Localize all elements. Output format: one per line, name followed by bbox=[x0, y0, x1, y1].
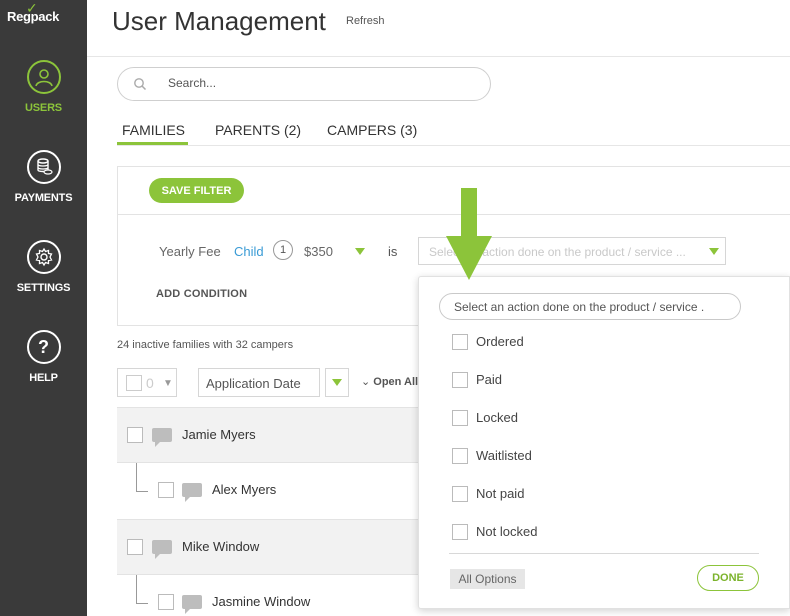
open-all-label: Open All bbox=[373, 376, 419, 388]
open-all-button[interactable]: ⌄ Open All bbox=[361, 375, 418, 388]
action-dropdown-panel: Ordered Paid Locked Waitlisted Not paid … bbox=[418, 276, 790, 609]
logo-check-icon: ✓ bbox=[26, 0, 38, 16]
tab-families[interactable]: FAMILIES bbox=[122, 122, 185, 138]
comment-icon[interactable] bbox=[182, 595, 202, 614]
option-checkbox[interactable] bbox=[452, 448, 468, 464]
condition-entity[interactable]: Child bbox=[234, 244, 264, 259]
row-checkbox[interactable] bbox=[127, 427, 143, 443]
chevron-down-icon bbox=[709, 248, 719, 255]
sidebar-item-label: USERS bbox=[25, 102, 62, 114]
table-row[interactable]: Jamie Myers bbox=[117, 407, 427, 463]
action-search-input[interactable] bbox=[439, 293, 741, 320]
search-bar bbox=[117, 67, 491, 101]
search-input[interactable] bbox=[168, 76, 468, 90]
dropdown-divider bbox=[449, 553, 759, 554]
chevron-down-icon: ▼ bbox=[163, 378, 173, 389]
table-row[interactable]: Jasmine Window bbox=[117, 575, 427, 616]
option-checkbox[interactable] bbox=[452, 410, 468, 426]
row-name[interactable]: Mike Window bbox=[182, 539, 259, 554]
sort-value: Application Date bbox=[206, 376, 301, 391]
page-title: User Management bbox=[112, 6, 326, 36]
condition-amount-dropdown-icon[interactable] bbox=[355, 248, 365, 255]
row-name[interactable]: Alex Myers bbox=[212, 482, 276, 497]
condition-count-badge[interactable]: 1 bbox=[273, 240, 293, 260]
sidebar-item-label: PAYMENTS bbox=[14, 192, 73, 204]
option-checkbox[interactable] bbox=[452, 334, 468, 350]
search-icon bbox=[133, 77, 147, 96]
option-label: Waitlisted bbox=[476, 448, 532, 463]
row-name[interactable]: Jasmine Window bbox=[212, 594, 310, 609]
tab-parents[interactable]: PARENTS (2) bbox=[215, 122, 301, 138]
option-checkbox[interactable] bbox=[452, 372, 468, 388]
save-filter-button[interactable]: SAVE FILTER bbox=[149, 178, 244, 203]
results-summary: 24 inactive families with 32 campers bbox=[117, 339, 294, 351]
help-icon: ? bbox=[26, 330, 61, 364]
sidebar-item-settings[interactable]: SETTINGS bbox=[0, 240, 87, 294]
header-divider bbox=[87, 56, 790, 57]
done-button[interactable]: DONE bbox=[697, 565, 759, 591]
gear-icon bbox=[26, 240, 61, 274]
sidebar-item-label: SETTINGS bbox=[16, 282, 71, 294]
option-checkbox[interactable] bbox=[452, 524, 468, 540]
row-checkbox[interactable] bbox=[158, 482, 174, 498]
option-label: Locked bbox=[476, 410, 518, 425]
add-condition-link[interactable]: ADD CONDITION bbox=[156, 288, 247, 300]
app-logo[interactable]: ✓ Regpack bbox=[7, 0, 59, 24]
triangle-down-icon bbox=[332, 379, 342, 386]
sidebar: ✓ Regpack USERS PAYMENTS SETTINGS ? HELP bbox=[0, 0, 87, 616]
sort-select[interactable]: Application Date bbox=[198, 368, 320, 397]
bulk-select-checkbox[interactable] bbox=[126, 375, 142, 391]
comment-icon[interactable] bbox=[152, 540, 172, 559]
option-label: Not paid bbox=[476, 486, 525, 501]
all-options-button[interactable]: All Options bbox=[450, 569, 525, 589]
sort-order-toggle[interactable] bbox=[325, 368, 349, 397]
tabs-divider bbox=[117, 145, 790, 146]
row-name[interactable]: Jamie Myers bbox=[182, 427, 256, 442]
option-checkbox[interactable] bbox=[452, 486, 468, 502]
chevron-down-icon: ⌄ bbox=[361, 376, 371, 388]
arrow-down-icon bbox=[446, 188, 492, 287]
sidebar-item-payments[interactable]: PAYMENTS bbox=[0, 150, 87, 204]
condition-amount[interactable]: $350 bbox=[304, 244, 333, 259]
row-checkbox[interactable] bbox=[158, 594, 174, 610]
tab-campers[interactable]: CAMPERS (3) bbox=[327, 122, 417, 138]
coins-icon bbox=[26, 150, 61, 184]
option-label: Paid bbox=[476, 372, 503, 387]
option-label: Not locked bbox=[476, 524, 538, 539]
condition-operator: is bbox=[388, 244, 398, 259]
comment-icon[interactable] bbox=[152, 428, 172, 447]
sidebar-item-label: HELP bbox=[29, 372, 58, 384]
refresh-link[interactable]: Refresh bbox=[346, 15, 385, 27]
sidebar-item-users[interactable]: USERS bbox=[0, 60, 87, 114]
bulk-selected-count: 0 bbox=[146, 375, 154, 391]
option-label: Ordered bbox=[476, 334, 524, 349]
sidebar-item-help[interactable]: ? HELP bbox=[0, 330, 87, 384]
condition-field[interactable]: Yearly Fee bbox=[159, 244, 221, 259]
user-icon bbox=[26, 60, 61, 94]
table-row[interactable]: Mike Window bbox=[117, 519, 427, 575]
table-row[interactable]: Alex Myers bbox=[117, 463, 427, 519]
bulk-select[interactable]: 0 ▼ bbox=[117, 368, 177, 397]
row-checkbox[interactable] bbox=[127, 539, 143, 555]
comment-icon[interactable] bbox=[182, 483, 202, 502]
